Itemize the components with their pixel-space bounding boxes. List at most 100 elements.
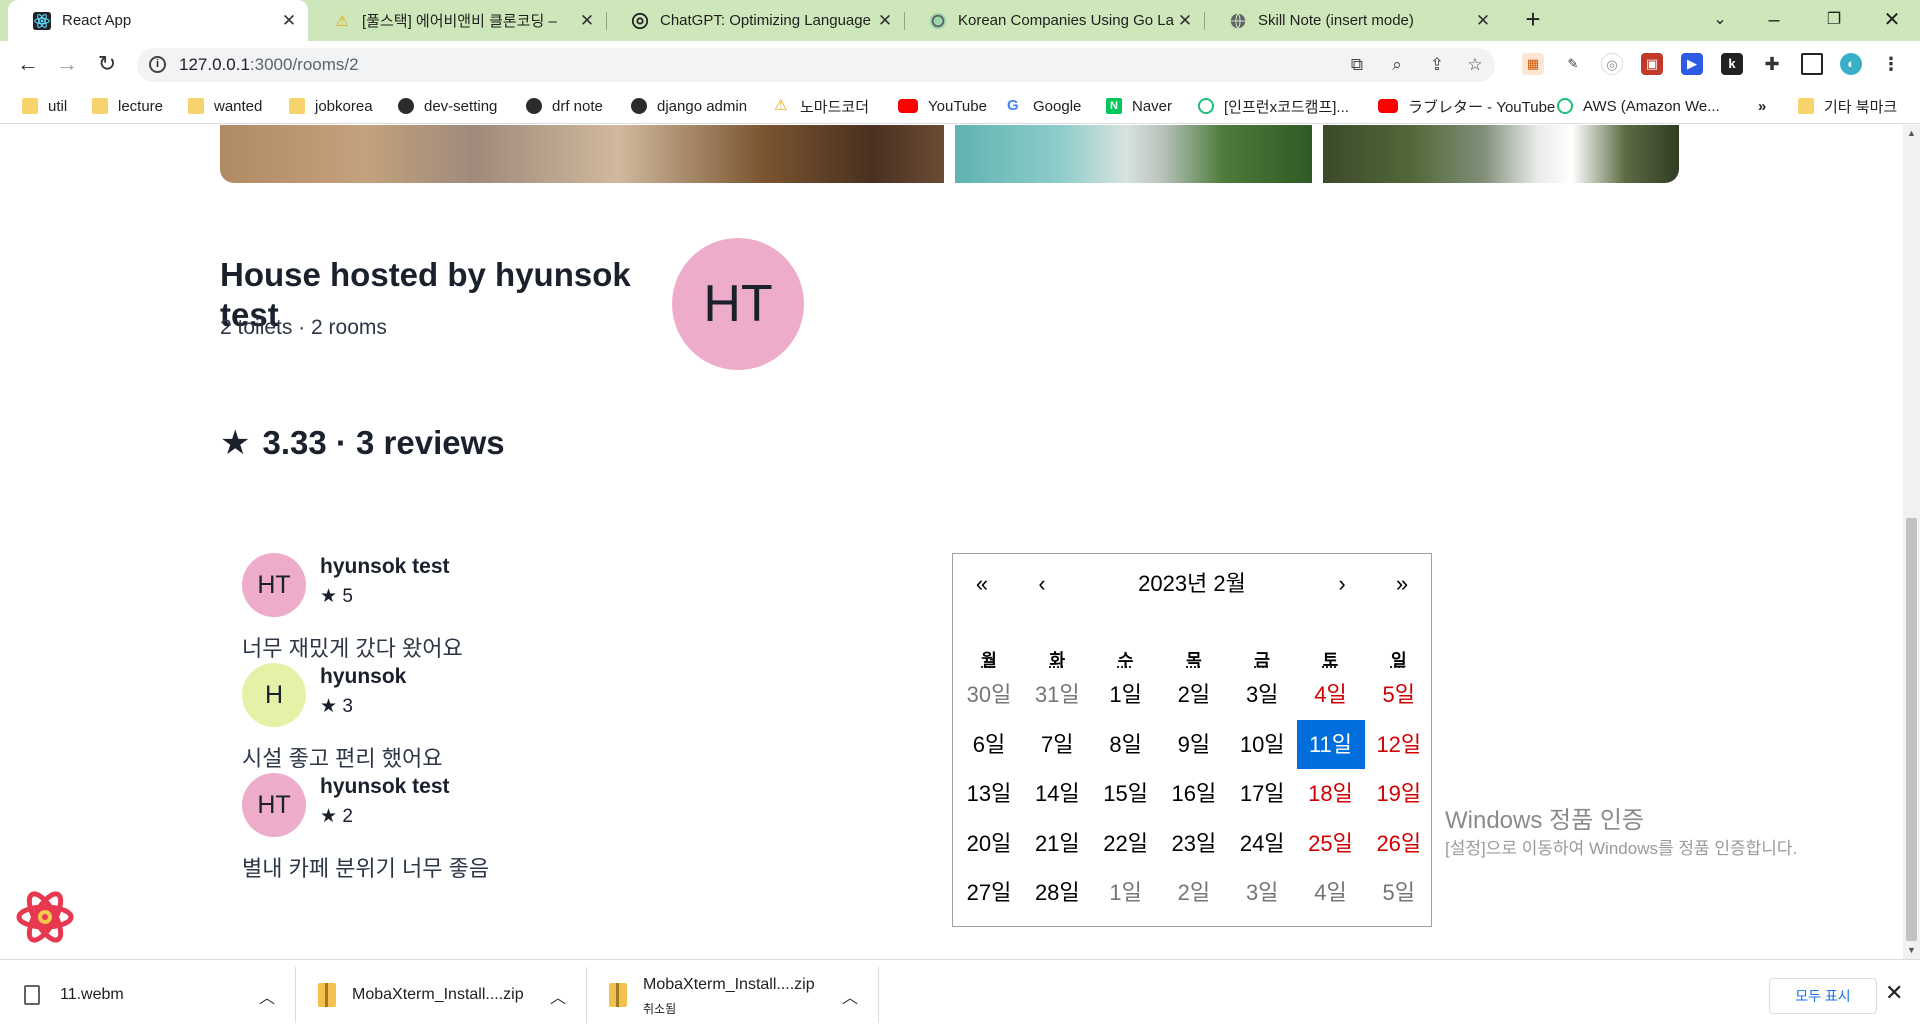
- tab-airbnb-lecture[interactable]: ⚠ [풀스택] 에어비앤비 클론코딩 – ✕: [308, 0, 606, 41]
- back-button[interactable]: ←: [12, 49, 44, 81]
- calendar-day[interactable]: 31일: [1023, 670, 1091, 719]
- calendar-day[interactable]: 22일: [1092, 819, 1160, 868]
- next-year-button[interactable]: »: [1377, 568, 1427, 600]
- side-panel-icon[interactable]: [1801, 53, 1823, 75]
- prev-month-button[interactable]: ‹: [1017, 568, 1067, 600]
- scroll-up-arrow[interactable]: ▲: [1906, 128, 1917, 138]
- zoom-icon[interactable]: ⌕: [1385, 55, 1409, 75]
- translate-icon[interactable]: ⧉: [1345, 55, 1369, 75]
- calendar-day[interactable]: 5일: [1365, 670, 1433, 719]
- calendar-day[interactable]: 12일: [1365, 720, 1433, 769]
- calendar-day[interactable]: 6일: [955, 720, 1023, 769]
- calendar-day[interactable]: 1일: [1092, 868, 1160, 917]
- calendar-day[interactable]: 14일: [1023, 769, 1091, 818]
- tab-skill-note[interactable]: Skill Note (insert mode) ✕: [1204, 0, 1502, 41]
- chevron-up-icon[interactable]: ︿: [259, 984, 275, 1008]
- bookmarks-more-button[interactable]: »: [1758, 94, 1766, 118]
- calendar-day[interactable]: 24일: [1228, 819, 1296, 868]
- k-extension-icon[interactable]: k: [1721, 53, 1743, 75]
- calendar-day[interactable]: 20일: [955, 819, 1023, 868]
- share-icon[interactable]: ⇪: [1425, 55, 1449, 75]
- calendar-day[interactable]: 4일: [1297, 670, 1365, 719]
- calendar-day[interactable]: 15일: [1092, 769, 1160, 818]
- download-item[interactable]: MobaXterm_Install....zip 취소됨 ︿: [587, 967, 879, 1023]
- menu-icon[interactable]: ⋮: [1880, 53, 1902, 75]
- room-photo-house[interactable]: [1323, 125, 1679, 183]
- bookmark-django-admin[interactable]: django admin: [631, 94, 747, 118]
- close-tab-icon[interactable]: ✕: [278, 11, 300, 31]
- close-tab-icon[interactable]: ✕: [1472, 11, 1494, 31]
- bookmark-util[interactable]: util: [22, 94, 67, 118]
- tab-korean-companies[interactable]: Korean Companies Using Go La ✕: [904, 0, 1204, 41]
- calendar-month-label[interactable]: 2023년 2월: [1065, 568, 1319, 600]
- page-scrollbar[interactable]: ▲ ▼: [1903, 125, 1920, 959]
- bookmark-drf-note[interactable]: drf note: [526, 94, 603, 118]
- show-all-downloads-button[interactable]: 모두 표시: [1769, 978, 1877, 1014]
- bookmark-youtube[interactable]: YouTube: [898, 94, 987, 118]
- new-tab-button[interactable]: +: [1518, 5, 1548, 35]
- calendar-day[interactable]: 26일: [1365, 819, 1433, 868]
- room-photo-main[interactable]: [220, 125, 944, 183]
- calendar-day[interactable]: 25일: [1297, 819, 1365, 868]
- calendar-day[interactable]: 4일: [1297, 868, 1365, 917]
- calendar-day[interactable]: 2일: [1160, 670, 1228, 719]
- restore-button[interactable]: ❐: [1804, 4, 1864, 36]
- bookmark-wanted[interactable]: wanted: [188, 94, 262, 118]
- bookmark-google[interactable]: G Google: [1007, 94, 1081, 118]
- close-tab-icon[interactable]: ✕: [1174, 11, 1196, 31]
- info-icon[interactable]: i: [149, 56, 166, 73]
- calendar-day[interactable]: 3일: [1228, 670, 1296, 719]
- calendar-day[interactable]: 10일: [1228, 720, 1296, 769]
- bookmark-aws[interactable]: AWS (Amazon We...: [1557, 94, 1720, 118]
- tab-search-button[interactable]: ⌄: [1690, 4, 1750, 36]
- close-icon[interactable]: ✕: [1885, 980, 1903, 1006]
- calendar-day[interactable]: 23일: [1160, 819, 1228, 868]
- close-tab-icon[interactable]: ✕: [576, 11, 598, 31]
- reload-button[interactable]: ↻: [91, 49, 123, 81]
- zoom-meeting-icon[interactable]: ▶: [1681, 53, 1703, 75]
- chevron-up-icon[interactable]: ︿: [842, 984, 858, 1008]
- download-item[interactable]: MobaXterm_Install....zip ︿: [296, 967, 587, 1023]
- calendar-day[interactable]: 13일: [955, 769, 1023, 818]
- calendar-day[interactable]: 30일: [955, 670, 1023, 719]
- download-item[interactable]: 11.webm ︿: [0, 967, 296, 1023]
- tab-chatgpt[interactable]: ChatGPT: Optimizing Language ✕: [606, 0, 904, 41]
- calendar-day-selected[interactable]: 11일: [1296, 719, 1365, 769]
- prev-year-button[interactable]: «: [957, 568, 1007, 600]
- calendar-day[interactable]: 27일: [955, 868, 1023, 917]
- calendar-day[interactable]: 16일: [1160, 769, 1228, 818]
- scroll-down-arrow[interactable]: ▼: [1906, 945, 1917, 955]
- close-tab-icon[interactable]: ✕: [874, 11, 896, 31]
- next-month-button[interactable]: ›: [1317, 568, 1367, 600]
- bookmark-naver[interactable]: N Naver: [1106, 94, 1172, 118]
- calendar-day[interactable]: 7일: [1023, 720, 1091, 769]
- extension-3-icon[interactable]: ◎: [1601, 53, 1623, 75]
- extension-1-icon[interactable]: ▦: [1522, 53, 1544, 75]
- tab-react-app[interactable]: React App ✕: [8, 0, 308, 41]
- bookmark-inflearn[interactable]: [인프런x코드캠프]...: [1198, 94, 1349, 118]
- address-bar[interactable]: i 127.0.0.1:3000/rooms/2 ⧉ ⌕ ⇪ ☆: [137, 48, 1495, 82]
- bookmark-dev-setting[interactable]: dev-setting: [398, 94, 497, 118]
- bookmark-nomadcoder[interactable]: ⚠ 노마드코더: [774, 94, 869, 118]
- calendar-day[interactable]: 18일: [1297, 769, 1365, 818]
- chevron-up-icon[interactable]: ︿: [550, 984, 566, 1008]
- calendar-day[interactable]: 21일: [1023, 819, 1091, 868]
- forward-button[interactable]: →: [51, 49, 83, 81]
- calendar-day[interactable]: 28일: [1023, 868, 1091, 917]
- extension-4-icon[interactable]: ▣: [1641, 53, 1663, 75]
- calendar-day[interactable]: 2일: [1160, 868, 1228, 917]
- profile-avatar[interactable]: ◐: [1840, 53, 1862, 75]
- react-devtools-badge[interactable]: [15, 887, 75, 947]
- room-photo-pool[interactable]: [955, 125, 1312, 183]
- color-picker-icon[interactable]: ✎: [1562, 53, 1584, 75]
- bookmark-lecture[interactable]: lecture: [92, 94, 163, 118]
- calendar-day[interactable]: 1일: [1092, 670, 1160, 719]
- other-bookmarks[interactable]: 기타 북마크: [1798, 94, 1897, 118]
- calendar-day[interactable]: 3일: [1228, 868, 1296, 917]
- calendar-day[interactable]: 5일: [1365, 868, 1433, 917]
- bookmark-loveletter-youtube[interactable]: ラブレター - YouTube: [1378, 94, 1555, 118]
- calendar-day[interactable]: 8일: [1092, 720, 1160, 769]
- puzzle-icon[interactable]: ✚: [1761, 53, 1783, 75]
- bookmark-star-icon[interactable]: ☆: [1463, 55, 1487, 75]
- minimize-button[interactable]: –: [1744, 4, 1804, 36]
